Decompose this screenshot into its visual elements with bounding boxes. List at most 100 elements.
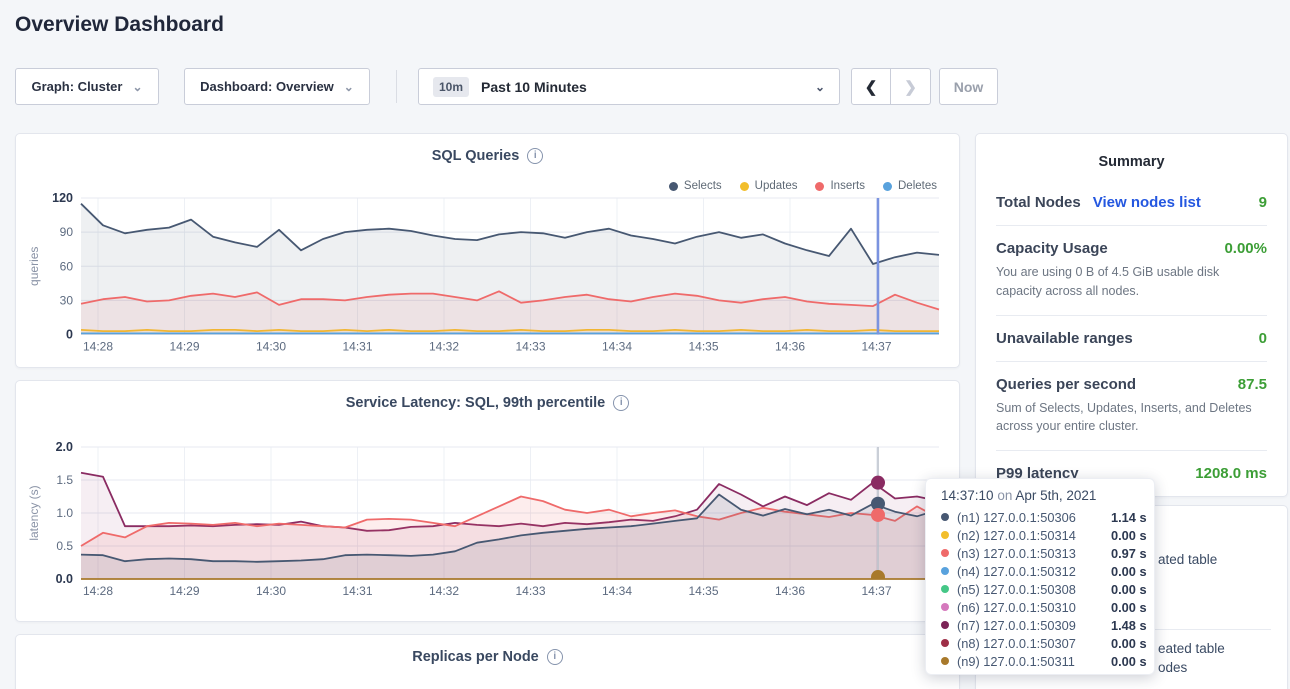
svg-text:14:35: 14:35 (688, 340, 718, 354)
tooltip-timestamp: 14:37:10 on Apr 5th, 2021 (941, 488, 1154, 503)
tooltip-node-value: 0.00 s (1111, 528, 1147, 543)
node-color-dot-icon (941, 603, 949, 611)
tooltip-node-value: 0.00 s (1111, 564, 1147, 579)
capacity-label: Capacity Usage (996, 240, 1108, 257)
legend-item-inserts[interactable]: Inserts (815, 180, 865, 192)
legend-label: Deletes (898, 180, 937, 192)
tooltip-node-label: (n1) 127.0.0.1:50306 (957, 510, 1103, 525)
tooltip-node-list: (n1) 127.0.0.1:503061.14 s(n2) 127.0.0.1… (941, 508, 1154, 670)
graph-dropdown[interactable]: Graph: Cluster ⌄ (15, 68, 159, 105)
total-nodes-value: 9 (1259, 194, 1267, 211)
legend-item-updates[interactable]: Updates (740, 180, 798, 192)
tooltip-node-row: (n3) 127.0.0.1:503130.97 s (941, 544, 1154, 562)
tooltip-node-label: (n6) 127.0.0.1:50310 (957, 600, 1103, 615)
tooltip-node-value: 0.00 s (1111, 582, 1147, 597)
tooltip-node-row: (n7) 127.0.0.1:50309 1.48 s (941, 616, 1154, 634)
svg-text:1.0: 1.0 (56, 506, 73, 520)
service-latency-chart[interactable]: 14:2814:2914:3014:3114:3214:3314:3414:35… (16, 381, 961, 623)
view-nodes-list-link[interactable]: View nodes list (1093, 194, 1201, 211)
qps-value: 87.5 (1238, 376, 1267, 393)
time-range-label: Past 10 Minutes (481, 79, 587, 95)
svg-text:14:29: 14:29 (169, 340, 199, 354)
svg-text:14:28: 14:28 (83, 584, 113, 598)
tooltip-node-label: (n5) 127.0.0.1:50308 (957, 582, 1103, 597)
svg-text:14:33: 14:33 (515, 584, 545, 598)
time-range-badge: 10m (433, 77, 469, 97)
svg-text:queries: queries (27, 247, 41, 286)
svg-text:90: 90 (60, 225, 74, 239)
tooltip-node-row: (n8) 127.0.0.1:503070.00 s (941, 634, 1154, 652)
svg-text:14:29: 14:29 (169, 584, 199, 598)
time-nav-group: ❮ ❯ (851, 68, 931, 105)
svg-text:0.0: 0.0 (56, 572, 73, 586)
chevron-down-icon: ⌄ (815, 80, 825, 94)
svg-text:14:30: 14:30 (256, 340, 286, 354)
qps-description: Sum of Selects, Updates, Inserts, and De… (996, 399, 1267, 437)
next-time-button[interactable]: ❯ (891, 69, 930, 104)
node-color-dot-icon (941, 567, 949, 575)
svg-text:14:37: 14:37 (861, 340, 891, 354)
unavailable-ranges-value: 0 (1259, 330, 1267, 347)
legend-dot-icon (883, 182, 892, 191)
legend-item-deletes[interactable]: Deletes (883, 180, 937, 192)
svg-text:14:31: 14:31 (342, 584, 372, 598)
capacity-value: 0.00% (1224, 240, 1267, 257)
tooltip-node-value: 0.00 s (1111, 636, 1147, 651)
page-title: Overview Dashboard (15, 13, 224, 37)
tooltip-node-row: (n5) 127.0.0.1:50308 0.00 s (941, 580, 1154, 598)
legend-dot-icon (815, 182, 824, 191)
svg-text:14:28: 14:28 (83, 340, 113, 354)
summary-row-qps: Queries per second 87.5 Sum of Selects, … (996, 361, 1267, 451)
summary-row-unavailable: Unavailable ranges 0 (996, 315, 1267, 361)
svg-text:14:30: 14:30 (256, 584, 286, 598)
legend-dot-icon (740, 182, 749, 191)
svg-text:14:34: 14:34 (602, 584, 632, 598)
tooltip-node-label: (n9) 127.0.0.1:50311 (957, 654, 1103, 669)
legend-label: Updates (755, 180, 798, 192)
capacity-description: You are using 0 B of 4.5 GiB usable disk… (996, 263, 1267, 301)
legend-dot-icon (669, 182, 678, 191)
service-latency-panel: Service Latency: SQL, 99th percentile i … (15, 380, 960, 622)
sql-queries-panel: SQL Queries i SelectsUpdatesInsertsDelet… (15, 133, 960, 368)
toolbar-divider (396, 70, 397, 103)
svg-text:latency (s): latency (s) (27, 485, 41, 540)
now-button[interactable]: Now (939, 68, 998, 105)
replicas-per-node-panel: Replicas per Node i (15, 634, 960, 689)
svg-text:14:37: 14:37 (861, 584, 891, 598)
svg-text:14:35: 14:35 (688, 584, 718, 598)
event-item-fragment: odes (1158, 660, 1187, 675)
tooltip-node-row: (n1) 127.0.0.1:503061.14 s (941, 508, 1154, 526)
chevron-left-icon: ❮ (865, 78, 878, 96)
chevron-right-icon: ❯ (904, 78, 917, 96)
summary-row-capacity: Capacity Usage 0.00% You are using 0 B o… (996, 225, 1267, 315)
svg-text:0: 0 (66, 328, 73, 342)
dashboard-dropdown[interactable]: Dashboard: Overview ⌄ (184, 68, 370, 105)
tooltip-node-label: (n7) 127.0.0.1:50309 (957, 618, 1103, 633)
svg-text:14:34: 14:34 (602, 340, 632, 354)
summary-row-total-nodes: Total Nodes View nodes list 9 (996, 180, 1267, 225)
node-color-dot-icon (941, 657, 949, 665)
svg-text:14:36: 14:36 (775, 584, 805, 598)
svg-text:30: 30 (60, 293, 74, 307)
event-item-fragment: eated table (1158, 641, 1225, 656)
info-icon[interactable]: i (547, 649, 563, 665)
tooltip-node-value: 0.00 s (1111, 600, 1147, 615)
svg-text:0.5: 0.5 (56, 539, 73, 553)
legend-item-selects[interactable]: Selects (669, 180, 722, 192)
replicas-per-node-title: Replicas per Node i (16, 649, 959, 665)
svg-text:120: 120 (52, 191, 73, 205)
tooltip-node-row: (n2) 127.0.0.1:503140.00 s (941, 526, 1154, 544)
node-color-dot-icon (941, 639, 949, 647)
time-range-dropdown[interactable]: 10m Past 10 Minutes ⌄ (418, 68, 840, 105)
summary-title: Summary (976, 134, 1287, 170)
svg-text:14:36: 14:36 (775, 340, 805, 354)
svg-text:2.0: 2.0 (56, 440, 73, 454)
legend-label: Inserts (830, 180, 865, 192)
qps-label: Queries per second (996, 376, 1136, 393)
sql-queries-chart[interactable]: 14:2814:2914:3014:3114:3214:3314:3414:35… (16, 134, 961, 369)
svg-text:60: 60 (60, 259, 74, 273)
node-color-dot-icon (941, 513, 949, 521)
prev-time-button[interactable]: ❮ (852, 69, 891, 104)
summary-panel: Summary Total Nodes View nodes list 9 Ca… (975, 133, 1288, 497)
tooltip-node-value: 1.48 s (1111, 618, 1147, 633)
